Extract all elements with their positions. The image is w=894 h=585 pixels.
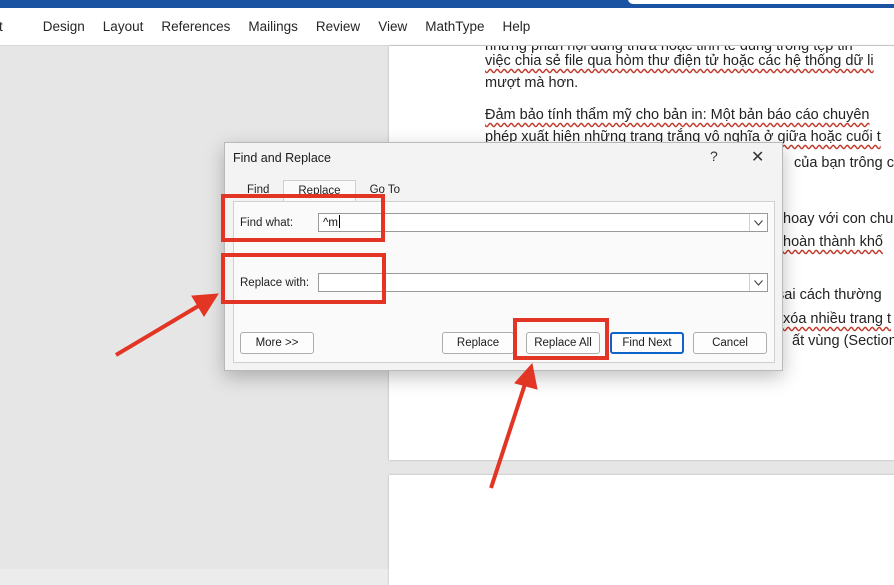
arrow-to-replace-field xyxy=(114,303,202,357)
annotation-arrows xyxy=(114,293,538,489)
arrow-head-icon xyxy=(191,293,219,317)
arrow-to-replace-all xyxy=(489,383,527,489)
arrow-head-icon xyxy=(514,362,538,390)
